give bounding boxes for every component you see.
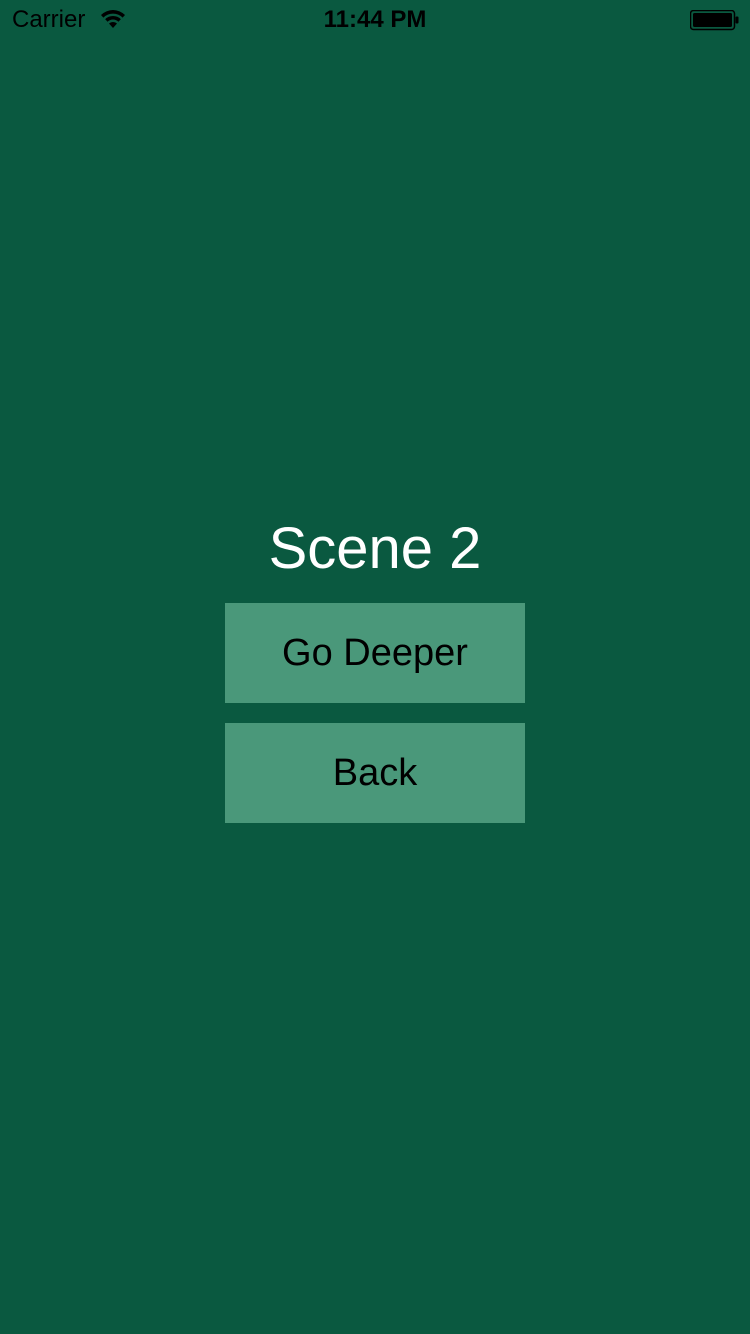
go-deeper-button[interactable]: Go Deeper [225,603,525,703]
screen: Carrier 11:44 PM Scene 2 Go Deeper Back [0,0,750,1334]
back-button[interactable]: Back [225,723,525,823]
scene-title: Scene 2 [268,516,482,581]
status-time: 11:44 PM [323,6,427,33]
status-bar: Carrier 11:44 PM [0,0,750,40]
battery-icon [690,10,739,31]
